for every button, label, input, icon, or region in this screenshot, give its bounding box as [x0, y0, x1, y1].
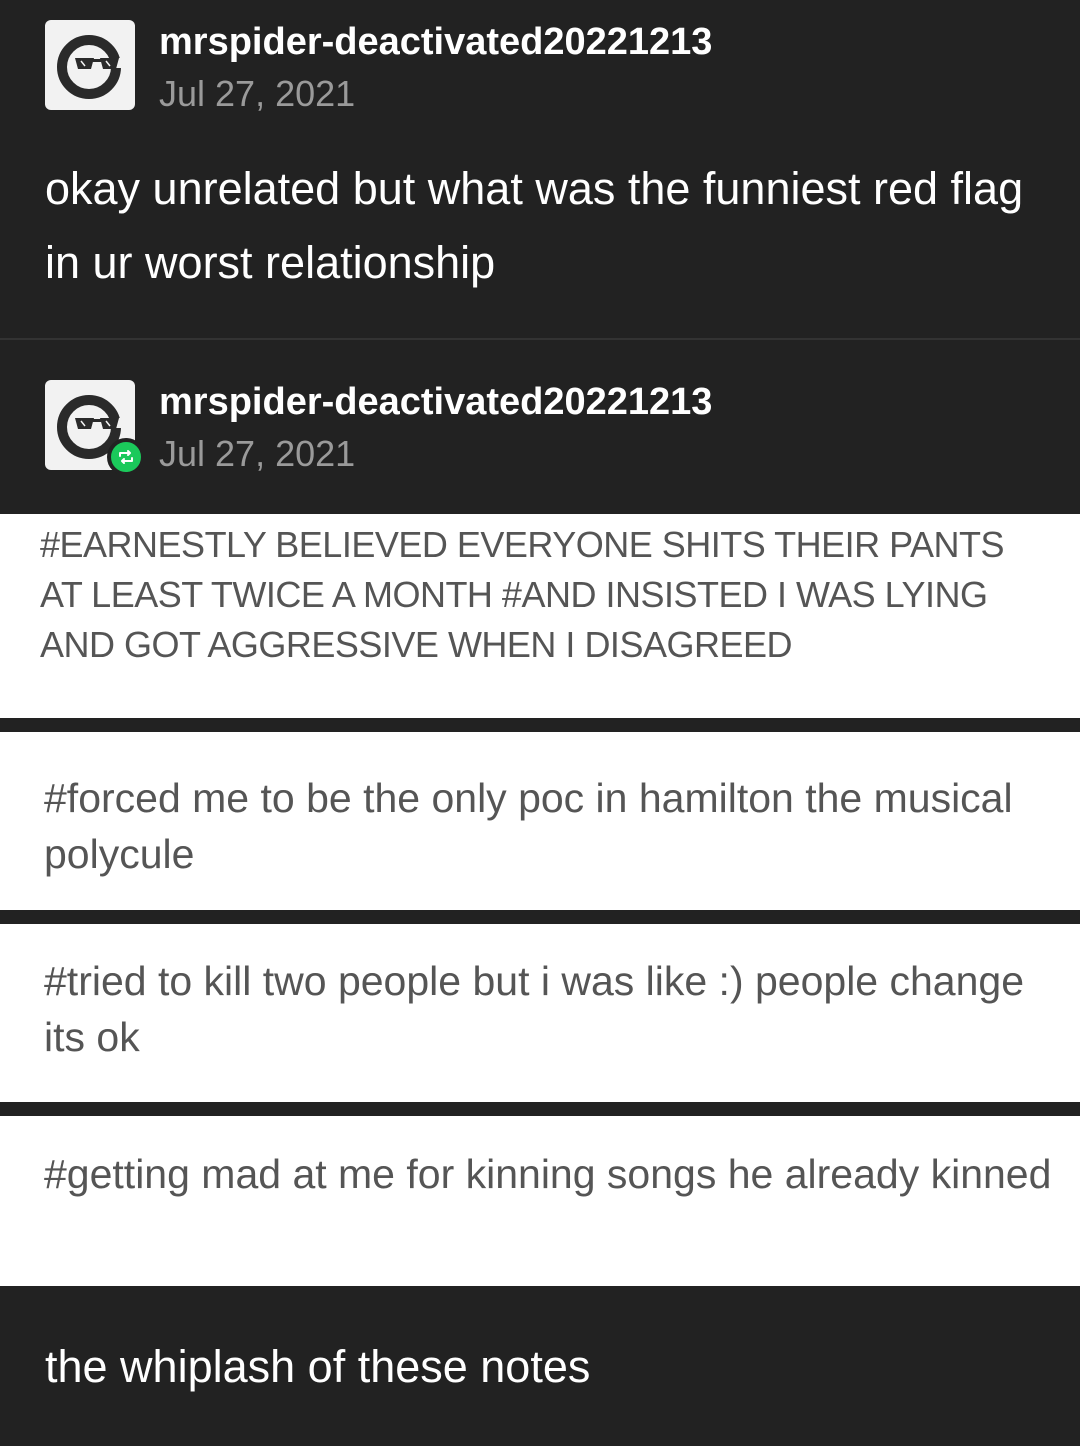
tag-panel: #getting mad at me for kinning songs he …: [0, 1116, 1080, 1286]
tag-text: #getting mad at me for kinning songs he …: [44, 1151, 1052, 1197]
post-date[interactable]: Jul 27, 2021: [159, 73, 355, 115]
avatar[interactable]: [45, 20, 135, 110]
reblog-username[interactable]: mrspider-deactivated20221213: [159, 380, 712, 424]
tag-panel: #forced me to be the only poc in hamilto…: [0, 732, 1080, 910]
original-post-header: mrspider-deactivated20221213 Jul 27, 202…: [45, 20, 1045, 114]
reblog-badge: [107, 438, 145, 476]
reblog-post-header: mrspider-deactivated20221213 Jul 27, 202…: [45, 380, 1045, 476]
caption: the whiplash of these notes: [45, 1341, 591, 1392]
post-username[interactable]: mrspider-deactivated20221213: [159, 20, 712, 64]
reblog-date[interactable]: Jul 27, 2021: [159, 433, 355, 475]
tag-text: #EARNESTLY BELIEVED EVERYONE SHITS THEIR…: [40, 524, 1004, 665]
post-body: okay unrelated but what was the funniest…: [45, 163, 1024, 288]
reblog-icon: [119, 450, 133, 464]
tag-text: #tried to kill two people but i was like…: [44, 958, 1025, 1060]
tag-panel: #tried to kill two people but i was like…: [0, 924, 1080, 1102]
tag-panel: #EARNESTLY BELIEVED EVERYONE SHITS THEIR…: [0, 514, 1080, 718]
tag-text: #forced me to be the only poc in hamilto…: [44, 775, 1013, 877]
sunglasses-avatar-icon: [57, 35, 123, 99]
avatar[interactable]: [45, 380, 145, 476]
divider: [0, 338, 1080, 340]
